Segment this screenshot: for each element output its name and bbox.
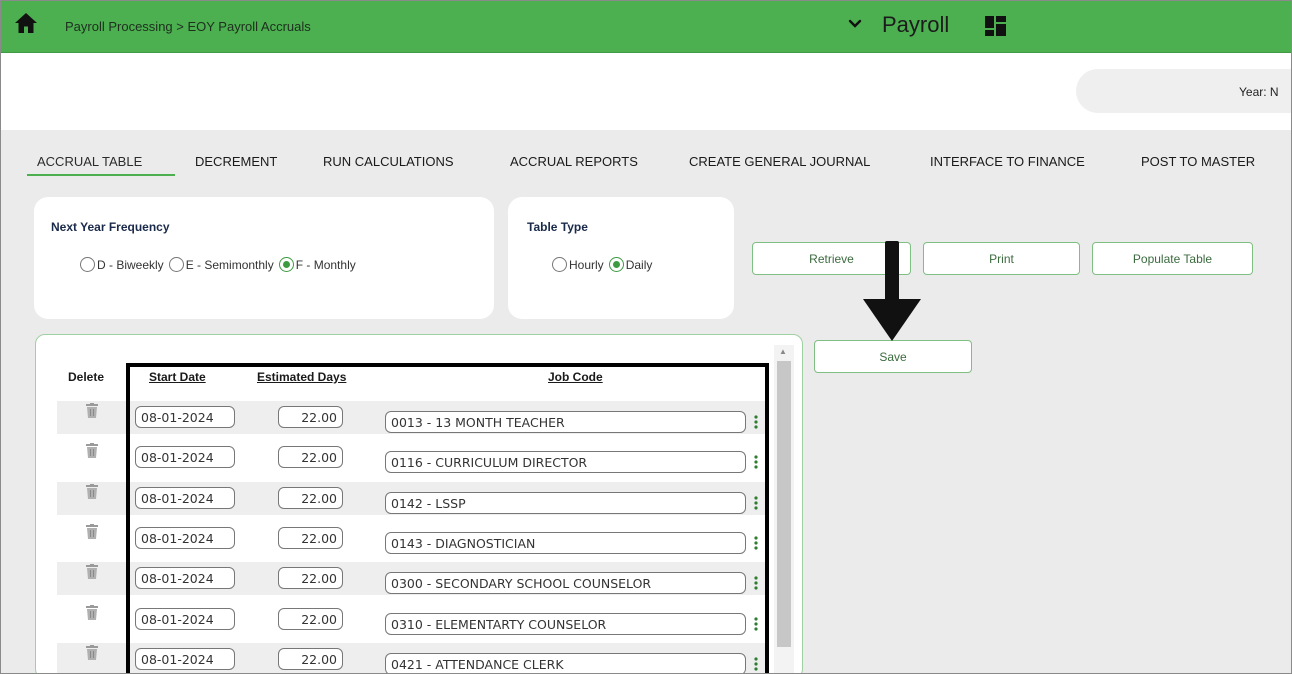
estimated-days-input[interactable]: 22.00 [278,446,343,468]
radio-label: Hourly [569,257,604,272]
trash-icon[interactable] [85,443,99,459]
trash-icon[interactable] [85,564,99,580]
module-title[interactable]: Payroll [882,12,949,38]
job-code-input[interactable]: 0143 - DIAGNOSTICIAN [385,532,746,554]
table-type-option-daily[interactable]: Daily [608,257,653,272]
estimated-days-input[interactable]: 22.00 [278,567,343,589]
more-options-icon[interactable] [754,616,758,632]
trash-icon[interactable] [85,484,99,500]
start-date-input[interactable]: 08-01-2024 [135,446,235,468]
job-code-input[interactable]: 0013 - 13 MONTH TEACHER [385,411,746,433]
radio-button[interactable] [168,257,184,272]
more-options-icon[interactable] [754,454,758,470]
arrow-icon [863,299,921,341]
estimated-days-input[interactable]: 22.00 [278,406,343,428]
arrow-icon-shaft [885,241,899,303]
estimated-days-input[interactable]: 22.00 [278,608,343,630]
trash-icon[interactable] [85,645,99,661]
radio-label: F - Monthly [295,257,356,272]
tab-create-general-journal[interactable]: CREATE GENERAL JOURNAL [689,154,870,169]
radio-button-checked[interactable] [608,257,624,272]
column-header-job-code[interactable]: Job Code [548,370,603,384]
job-code-input[interactable]: 0421 - ATTENDANCE CLERK [385,653,746,673]
more-options-icon[interactable] [754,414,758,430]
frequency-option-semimonthly[interactable]: E - Semimonthly [168,257,274,272]
app-window: Payroll Processing > EOY Payroll Accrual… [0,0,1292,674]
estimated-days-input[interactable]: 22.00 [278,487,343,509]
save-button[interactable]: Save [814,340,972,373]
tab-accrual-table[interactable]: ACCRUAL TABLE [37,154,142,169]
frequency-option-monthly[interactable]: F - Monthly [278,257,356,272]
trash-icon[interactable] [85,605,99,621]
column-header-start-date[interactable]: Start Date [149,370,206,384]
start-date-input[interactable]: 08-01-2024 [135,567,235,589]
job-code-input[interactable]: 0116 - CURRICULUM DIRECTOR [385,451,746,473]
chevron-down-icon[interactable] [846,15,864,33]
radio-label: E - Semimonthly [185,257,274,272]
tab-run-calculations[interactable]: RUN CALCULATIONS [323,154,454,169]
breadcrumb: Payroll Processing > EOY Payroll Accrual… [65,19,311,34]
start-date-input[interactable]: 08-01-2024 [135,527,235,549]
job-code-input[interactable]: 0142 - LSSP [385,492,746,514]
scroll-up-icon[interactable]: ▲ [779,347,787,356]
active-tab-indicator [27,174,175,176]
frequency-title: Next Year Frequency [51,220,170,234]
start-date-input[interactable]: 08-01-2024 [135,487,235,509]
radio-button-checked[interactable] [278,257,294,272]
table-type-option-hourly[interactable]: Hourly [552,257,604,272]
scrollbar-thumb[interactable] [777,361,791,647]
job-code-input[interactable]: 0300 - SECONDARY SCHOOL COUNSELOR [385,572,746,594]
grid-icon[interactable] [984,15,1008,37]
year-label: Year: N [1239,85,1279,99]
tab-accrual-reports[interactable]: ACCRUAL REPORTS [510,154,638,169]
table-type-title: Table Type [527,220,588,234]
radio-label: D - Biweekly [97,257,164,272]
home-icon[interactable] [13,11,39,35]
tab-interface-to-finance[interactable]: INTERFACE TO FINANCE [930,154,1085,169]
start-date-input[interactable]: 08-01-2024 [135,406,235,428]
radio-label: Daily [625,257,653,272]
start-date-input[interactable]: 08-01-2024 [135,608,235,630]
more-options-icon[interactable] [754,656,758,672]
column-header-estimated-days[interactable]: Estimated Days [257,370,346,384]
more-options-icon[interactable] [754,575,758,591]
estimated-days-input[interactable]: 22.00 [278,527,343,549]
top-bar: Payroll Processing > EOY Payroll Accrual… [1,1,1291,53]
populate-table-button[interactable]: Populate Table [1092,242,1253,275]
column-header-delete: Delete [68,370,105,384]
trash-icon[interactable] [85,403,99,419]
tab-post-to-master[interactable]: POST TO MASTER [1141,154,1255,169]
tab-decrement[interactable]: DECREMENT [195,154,277,169]
estimated-days-input[interactable]: 22.00 [278,648,343,670]
frequency-options: D - Biweekly E - Semimonthly F - Monthly [80,257,361,272]
frequency-option-biweekly[interactable]: D - Biweekly [80,257,164,272]
start-date-input[interactable]: 08-01-2024 [135,648,235,670]
job-code-input[interactable]: 0310 - ELEMENTARTY COUNSELOR [385,613,746,635]
radio-button[interactable] [552,257,567,272]
trash-icon[interactable] [85,524,99,540]
more-options-icon[interactable] [754,535,758,551]
more-options-icon[interactable] [754,495,758,511]
radio-button[interactable] [80,257,95,272]
print-button[interactable]: Print [923,242,1080,275]
table-type-options: Hourly Daily [552,257,657,272]
